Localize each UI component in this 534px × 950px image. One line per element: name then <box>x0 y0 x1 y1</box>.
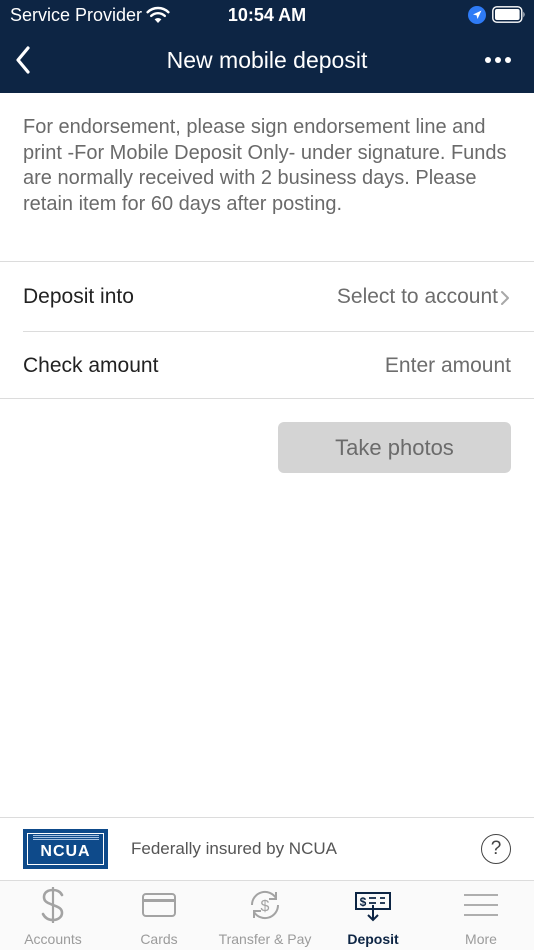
check-amount-row[interactable]: Check amount Enter amount <box>0 332 534 399</box>
ncua-fine-print-lines <box>33 835 99 841</box>
status-bar: Service Provider 10:54 AM <box>0 0 534 30</box>
tab-bar: Accounts Cards $ Transfer & Pay $ Deposi… <box>0 881 534 950</box>
ncua-logo: NCUA <box>23 829 108 869</box>
tab-accounts[interactable]: Accounts <box>0 881 106 950</box>
divider <box>0 398 534 399</box>
card-icon <box>142 893 176 917</box>
tab-label: Accounts <box>24 931 82 947</box>
tab-label: Transfer & Pay <box>218 931 312 947</box>
status-time: 10:54 AM <box>227 5 307 25</box>
tab-more[interactable]: More <box>428 881 534 950</box>
endorsement-notice: For endorsement, please sign endorsement… <box>23 116 507 215</box>
tab-label: Cards <box>140 931 178 947</box>
transfer-icon: $ <box>250 890 280 920</box>
question-mark-icon: ? <box>490 838 502 859</box>
check-amount-label: Check amount <box>23 353 159 377</box>
dollar-icon <box>41 887 64 923</box>
ellipsis-icon <box>485 57 511 63</box>
svg-text:$: $ <box>261 898 270 915</box>
page-title: New mobile deposit <box>166 47 368 73</box>
menu-icon <box>464 894 498 916</box>
navigation-bar: New mobile deposit <box>0 30 534 93</box>
app-header: Service Provider 10:54 AM New mobile dep… <box>0 0 534 93</box>
tab-cards[interactable]: Cards <box>106 881 212 950</box>
svg-text:$: $ <box>360 895 367 909</box>
tab-label: Deposit <box>347 931 399 947</box>
location-arrow-icon <box>468 6 486 24</box>
more-options-button[interactable] <box>480 46 516 74</box>
deposit-into-label: Deposit into <box>23 285 134 308</box>
insured-statement: Federally insured by NCUA <box>131 839 337 858</box>
tab-deposit[interactable]: $ Deposit <box>318 881 428 950</box>
tab-label: More <box>465 931 497 947</box>
battery-icon <box>492 6 525 23</box>
take-photos-button[interactable]: Take photos <box>278 422 511 473</box>
help-button[interactable]: ? <box>481 834 511 864</box>
check-amount-input[interactable]: Enter amount <box>385 332 511 399</box>
chevron-right-icon <box>501 291 509 305</box>
deposit-into-row[interactable]: Deposit into Select to account <box>0 262 534 332</box>
tab-transfer-pay[interactable]: $ Transfer & Pay <box>212 881 318 950</box>
ncua-footer: NCUA Federally insured by NCUA ? <box>0 818 534 880</box>
deposit-check-icon: $ <box>355 892 391 922</box>
ncua-logo-text: NCUA <box>40 843 91 860</box>
select-account-value[interactable]: Select to account <box>337 262 498 332</box>
